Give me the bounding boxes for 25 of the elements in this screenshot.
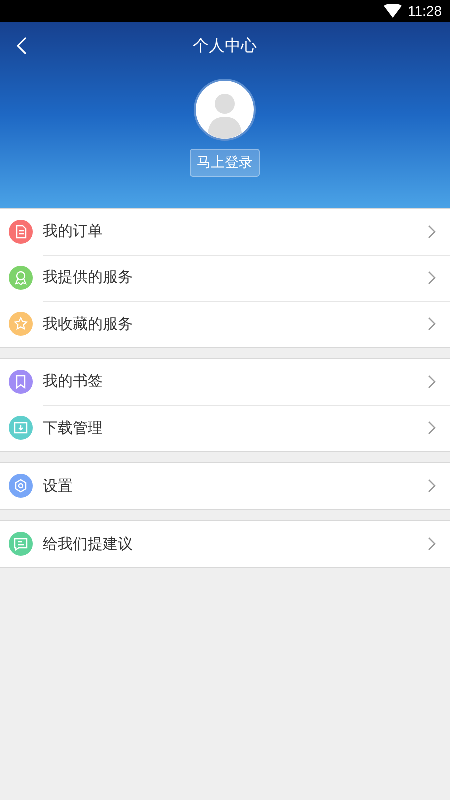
menu-item[interactable]: 我的订单	[0, 209, 450, 255]
menu-item-label: 我的订单	[43, 222, 103, 241]
page-title: 个人中心	[193, 36, 257, 56]
menu-item[interactable]: 我提供的服务	[0, 255, 450, 301]
wifi-icon	[384, 4, 402, 18]
chevron-icon	[428, 270, 436, 284]
chevron-icon	[428, 537, 436, 551]
chevron-icon	[428, 421, 436, 435]
menu-item[interactable]: 下载管理	[0, 405, 450, 451]
menu-item[interactable]: 设置	[0, 463, 450, 509]
avatar-icon	[194, 79, 256, 141]
menu-item-label: 我的书签	[43, 372, 103, 391]
menu-item-label: 我收藏的服务	[43, 314, 133, 334]
menu-item-label: 设置	[43, 476, 73, 496]
menu-item[interactable]: 给我们提建议	[0, 521, 450, 567]
menu-item-label: 我提供的服务	[43, 268, 133, 287]
menu-item-label: 给我们提建议	[43, 534, 133, 554]
chevron-icon	[428, 317, 436, 331]
menu-item-label: 下载管理	[43, 418, 103, 438]
clock-time: 11:28	[408, 3, 442, 19]
menu-item[interactable]: 我的书签	[0, 359, 450, 405]
chevron-icon	[428, 479, 436, 493]
menu-item[interactable]: 我收藏的服务	[0, 301, 450, 347]
chevron-icon	[428, 224, 436, 238]
chevron-icon	[428, 374, 436, 388]
